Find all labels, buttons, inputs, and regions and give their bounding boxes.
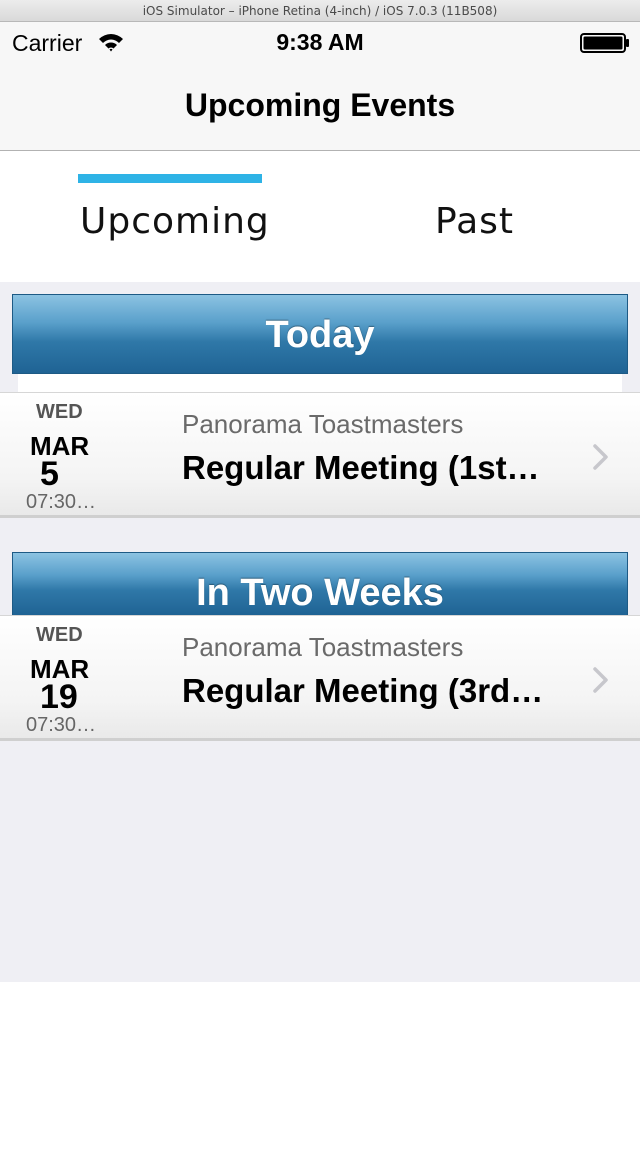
event-row[interactable]: WED MAR 5 07:30… Panorama Toastmasters R… [0, 392, 640, 518]
tab-upcoming[interactable]: Upcoming [0, 151, 340, 282]
event-month: MAR [30, 431, 90, 461]
event-title: Regular Meeting (3rd… [182, 672, 544, 709]
tab-past[interactable]: Past [340, 151, 640, 282]
event-weekday: WED [36, 624, 83, 646]
event-weekday: WED [36, 401, 83, 423]
battery-icon [580, 33, 629, 53]
event-title: Regular Meeting (1st… [182, 449, 540, 486]
tab-selected-indicator [78, 174, 262, 183]
event-day: 19 [40, 678, 78, 716]
event-time: 07:30… [26, 491, 97, 513]
event-day: 5 [40, 455, 59, 493]
tab-label: Upcoming [80, 201, 270, 242]
chevron-right-icon [593, 667, 608, 693]
section-header-in-two-weeks: In Two Weeks [12, 552, 628, 616]
events-list[interactable]: Today WED MAR 5 07:30… Panorama Toastmas… [0, 282, 640, 982]
event-organization: Panorama Toastmasters [182, 632, 464, 662]
segment-tabs: Upcoming Past [0, 151, 640, 282]
tab-label: Past [435, 201, 515, 242]
event-time: 07:30… [26, 714, 97, 736]
section-divider [18, 374, 622, 392]
page-title: Upcoming Events [184, 87, 456, 123]
chevron-right-icon [593, 444, 608, 470]
status-bar: Carrier 9:38 AM [0, 22, 640, 62]
section-header-today: Today [12, 294, 628, 374]
simulator-title-bar: iOS Simulator – iPhone Retina (4-inch) /… [0, 0, 640, 22]
status-time: 9:38 AM [276, 29, 364, 55]
navigation-bar: Carrier 9:38 AM Upcoming Events [0, 22, 640, 151]
event-organization: Panorama Toastmasters [182, 409, 464, 439]
event-row[interactable]: WED MAR 19 07:30… Panorama Toastmasters … [0, 615, 640, 741]
